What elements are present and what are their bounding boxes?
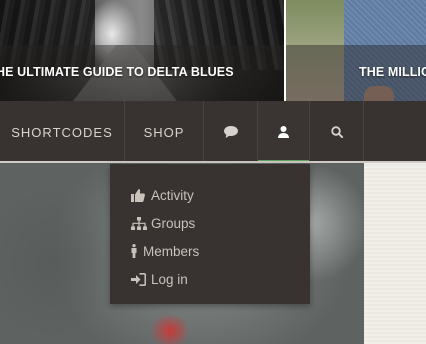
user-icon: [278, 126, 289, 138]
nav-item-shortcodes[interactable]: SHORTCODES: [0, 101, 125, 163]
nav-item-chat[interactable]: [204, 101, 258, 163]
nav-item-label: SHOP: [143, 124, 185, 140]
account-dropdown-menu: Activity Groups Members Log in: [110, 164, 310, 304]
search-icon: [330, 126, 343, 138]
nav-item-shop[interactable]: SHOP: [125, 101, 204, 163]
featured-post-title[interactable]: HE ULTIMATE GUIDE TO DELTA BLUES: [0, 65, 234, 79]
person-icon: [131, 244, 141, 258]
main-navigation: SHORTCODES SHOP: [0, 101, 426, 163]
nav-item-label: SHORTCODES: [11, 124, 113, 140]
menu-item-activity[interactable]: Activity: [110, 181, 310, 209]
menu-item-label: Members: [143, 243, 200, 259]
menu-item-members[interactable]: Members: [110, 237, 310, 265]
menu-item-login[interactable]: Log in: [110, 265, 310, 293]
thumbs-up-icon: [131, 188, 149, 202]
menu-item-label: Groups: [151, 215, 196, 231]
menu-item-label: Log in: [151, 271, 188, 287]
page-background: [364, 163, 426, 344]
sign-in-icon: [131, 272, 149, 286]
hero-blur-dark: [0, 183, 120, 343]
sitemap-icon: [131, 216, 149, 230]
nav-item-search[interactable]: [310, 101, 364, 163]
chat-icon: [223, 126, 238, 138]
hero-red-spot: [150, 313, 190, 344]
featured-post-delta-blues[interactable]: HE ULTIMATE GUIDE TO DELTA BLUES: [0, 0, 284, 101]
nav-item-account[interactable]: [258, 101, 310, 163]
menu-item-groups[interactable]: Groups: [110, 209, 310, 237]
featured-post-title[interactable]: THE MILLIC: [359, 65, 426, 79]
featured-post-second[interactable]: THE MILLIC: [286, 0, 426, 101]
menu-item-label: Activity: [151, 187, 194, 203]
